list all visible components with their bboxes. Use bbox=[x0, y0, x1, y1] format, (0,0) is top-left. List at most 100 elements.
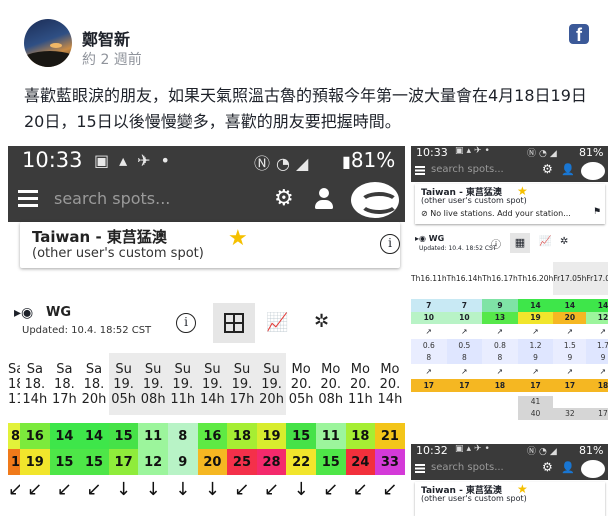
search-input[interactable]: search spots... bbox=[431, 164, 504, 175]
wave-period-cell: 8 bbox=[446, 351, 483, 364]
search-input[interactable]: search spots... bbox=[54, 189, 170, 208]
column-hour: 08h bbox=[140, 391, 166, 407]
post-timestamp[interactable]: 約 2 週前 bbox=[82, 49, 142, 69]
wave-height-cell: 0.5 bbox=[446, 339, 483, 352]
spot-card: Taiwan - 東莒猛澳 (other user's custom spot)… bbox=[20, 222, 400, 268]
column-date: 19. bbox=[261, 376, 282, 392]
gear-icon[interactable]: ⚙ bbox=[542, 162, 553, 176]
forecast-column-header: Su 19. 17h bbox=[227, 353, 257, 415]
no-live-stations-text[interactable]: ⊘ No live stations. Add your station... bbox=[421, 209, 571, 218]
user-icon[interactable] bbox=[314, 188, 334, 210]
wind-gust-cell: 10 bbox=[411, 311, 447, 324]
gear-icon[interactable]: ⚙ bbox=[542, 460, 553, 474]
wind-gust-cell: 33 bbox=[375, 449, 405, 475]
menu-icon[interactable] bbox=[415, 464, 425, 473]
column-hour: 14h bbox=[467, 273, 483, 283]
forecast-column-header: Mo 20. 08h bbox=[315, 353, 346, 415]
wind-direction-arrow: ↓ bbox=[293, 478, 309, 500]
wind-direction-arrow: ↓ bbox=[204, 478, 220, 500]
user-icon[interactable]: 👤 bbox=[561, 163, 575, 176]
wind-direction-arrow: ↓ bbox=[175, 478, 191, 500]
wave-period-cell: 9 bbox=[553, 351, 587, 364]
graph-view-icon[interactable]: 📈 bbox=[266, 312, 288, 333]
column-hour: 17h bbox=[229, 391, 255, 407]
info-icon[interactable]: i bbox=[380, 234, 400, 254]
wave-height-cell: 1.7 bbox=[586, 339, 608, 352]
column-day: Su bbox=[233, 361, 251, 377]
column-day: Mo bbox=[321, 361, 341, 377]
model-info-icon[interactable]: i bbox=[176, 313, 196, 333]
forecast-column-header: Sa 18. 20h bbox=[79, 353, 109, 415]
search-input[interactable]: search spots... bbox=[431, 462, 504, 473]
cloud-cover-cell bbox=[447, 396, 483, 408]
wave-height-cell: 0.8 bbox=[482, 339, 518, 352]
settings-icon[interactable]: ✲ bbox=[314, 311, 329, 332]
wind-speed-cell: 14 bbox=[49, 423, 80, 449]
column-day: Su bbox=[115, 361, 132, 377]
wave-direction-arrow: ↗ bbox=[566, 367, 573, 376]
column-day: Sa bbox=[56, 361, 73, 377]
signal-icons: Ⓝ◔◢ bbox=[254, 154, 315, 173]
wind-gust-cell: 15 bbox=[49, 449, 80, 475]
settings-icon[interactable]: ✲ bbox=[560, 236, 568, 247]
wind-gust-cell: 20 bbox=[553, 311, 587, 324]
author-name[interactable]: 鄭智新 bbox=[82, 26, 130, 50]
graph-view-icon[interactable]: 📈 bbox=[539, 236, 551, 247]
column-day: Su bbox=[144, 361, 162, 377]
wind-gust-cell: 10 bbox=[446, 311, 483, 324]
wind-speed-cell: 15 bbox=[108, 423, 139, 449]
column-hour: 20h bbox=[539, 273, 554, 283]
wind-direction-arrow: ↙ bbox=[264, 478, 280, 500]
status-bar: 10:33 ▣▴✈• Ⓝ◔◢ ▮81% bbox=[8, 146, 405, 178]
app-bar: search spots... ⚙ 👤 bbox=[411, 160, 608, 182]
column-day: Su bbox=[204, 361, 221, 377]
wind-speed-cell: 15 bbox=[286, 423, 316, 449]
wave-direction-arrow: ↗ bbox=[461, 367, 468, 376]
forecast-column-header: Fr17.08h bbox=[586, 262, 608, 295]
menu-icon[interactable] bbox=[415, 166, 425, 175]
forecast-table: Th16.11h Th16.14h Th16.17h Th16.20h Fr17.05h… bbox=[411, 262, 608, 420]
star-icon[interactable]: ★ bbox=[517, 184, 528, 198]
column-hour: 14h bbox=[22, 391, 48, 407]
windguru-logo[interactable] bbox=[351, 182, 399, 218]
table-view-button[interactable] bbox=[213, 303, 255, 343]
column-date: 17. bbox=[560, 273, 573, 283]
flag-icon[interactable]: ⚑ bbox=[593, 207, 601, 217]
column-date: 17. bbox=[593, 273, 606, 283]
spot-subtitle: (other user's custom spot) bbox=[32, 246, 204, 261]
windguru-logo[interactable] bbox=[581, 162, 605, 180]
wind-gust-cell: 12 bbox=[138, 449, 168, 475]
column-hour: 14h bbox=[199, 391, 225, 407]
model-updated: Updated: 10.4. 18:52 CST bbox=[419, 245, 497, 252]
column-day: Mo bbox=[350, 361, 370, 377]
forecast-column-header: Su 19. 11h bbox=[167, 353, 198, 415]
column-date: 18. bbox=[8, 376, 20, 392]
gear-icon[interactable]: ⚙ bbox=[274, 186, 294, 211]
cloud-cover-cell: 41 bbox=[517, 395, 554, 408]
battery-level: 81% bbox=[579, 146, 604, 159]
model-info-icon[interactable]: ⓘ bbox=[491, 236, 501, 251]
forecast-column-header: Sa18.11h bbox=[8, 353, 20, 415]
column-date: 18. bbox=[83, 376, 105, 392]
notification-icons: ▣▴✈• bbox=[94, 151, 180, 170]
avatar[interactable] bbox=[24, 19, 72, 67]
signal-icons: Ⓝ◔◢ bbox=[527, 447, 560, 457]
wind-speed-cell: 14 bbox=[553, 299, 587, 312]
menu-icon[interactable] bbox=[18, 190, 38, 208]
wind-gust-cell: 15 bbox=[79, 449, 109, 475]
wind-direction-arrow: ↙ bbox=[323, 478, 339, 500]
column-hour: 17h bbox=[52, 391, 77, 407]
spot-subtitle: (other user's custom spot) bbox=[421, 494, 527, 503]
user-icon[interactable]: 👤 bbox=[561, 461, 575, 474]
wind-gust-cell: 19 bbox=[20, 449, 50, 475]
app-bar: search spots... ⚙ 👤 bbox=[411, 458, 608, 480]
star-icon[interactable]: ★ bbox=[228, 226, 248, 251]
table-view-button[interactable]: ▦ bbox=[510, 233, 530, 253]
windguru-logo[interactable] bbox=[581, 460, 605, 478]
facebook-icon[interactable]: f bbox=[569, 24, 589, 44]
model-name: ▸◉ WG bbox=[415, 234, 445, 243]
temperature-cell: 17 bbox=[446, 379, 483, 392]
status-time: 10:32 bbox=[416, 444, 448, 457]
column-date: 20. bbox=[290, 376, 312, 392]
star-icon[interactable]: ★ bbox=[517, 482, 528, 496]
